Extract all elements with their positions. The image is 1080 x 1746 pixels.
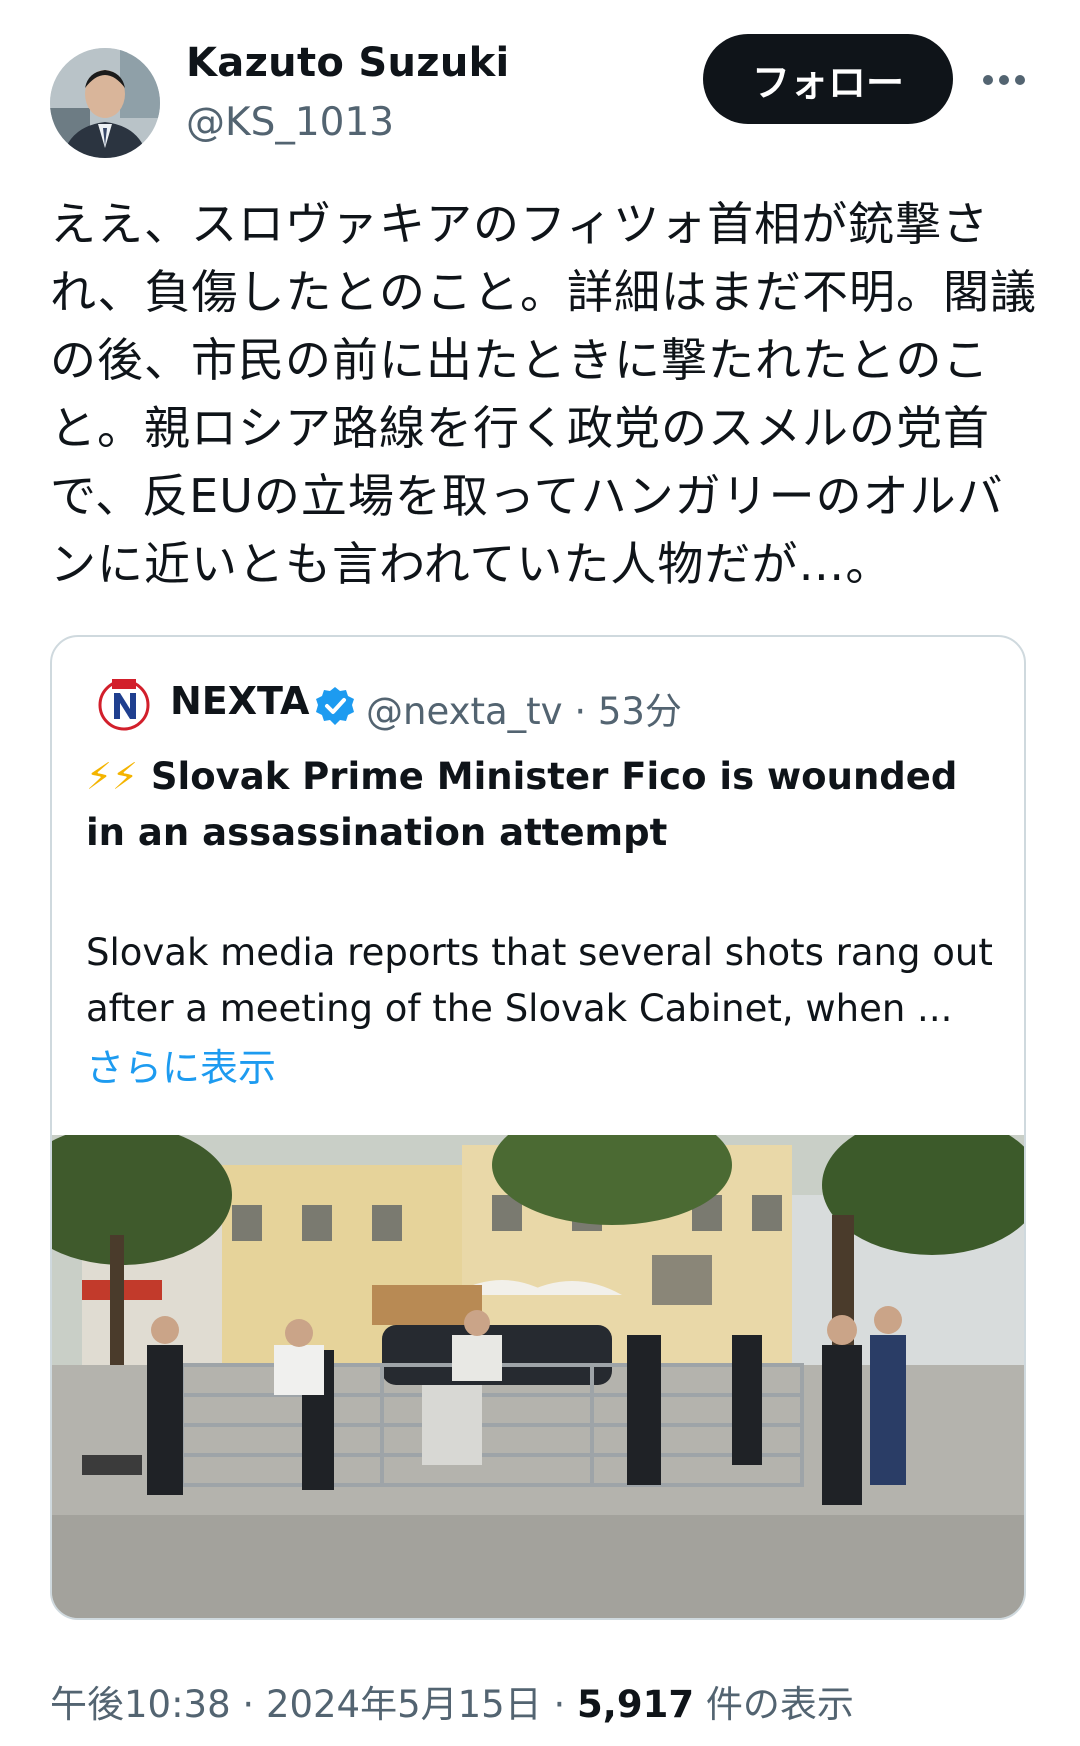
separator: ·: [574, 690, 587, 733]
separator: ·: [242, 1683, 255, 1726]
avatar-image: [50, 48, 160, 158]
quoted-media-photo[interactable]: [52, 1105, 1024, 1618]
follow-button[interactable]: フォロー: [703, 34, 953, 124]
tweet-text: ええ、スロヴァキアのフィツォ首相が銃撃され、負傷したとのこと。詳細はまだ不明。閣…: [50, 197, 1037, 591]
separator: ·: [553, 1683, 566, 1726]
author-avatar[interactable]: [50, 48, 160, 158]
views-count: 5,917: [577, 1683, 695, 1726]
quoted-body: Slovak media reports that several shots …: [86, 931, 993, 1030]
quoted-tweet-card[interactable]: NEXTA @nexta_tv · 53分 ⚡⚡ Slovak Prime Mi…: [50, 635, 1026, 1620]
more-horizontal-icon[interactable]: [980, 56, 1028, 104]
quoted-title: ⚡⚡ Slovak Prime Minister Fico is wounded…: [86, 749, 996, 861]
views-label: 件の表示: [705, 1683, 854, 1726]
quoted-handle-line: @nexta_tv · 53分: [366, 681, 682, 735]
tweet-date[interactable]: 2024年5月15日: [266, 1683, 542, 1726]
author-name[interactable]: Kazuto Suzuki: [186, 40, 510, 86]
lightning-icon: ⚡⚡: [86, 755, 138, 798]
quoted-title-text: Slovak Prime Minister Fico is wounded in…: [86, 755, 958, 854]
tweet-meta: 午後10:38 · 2024年5月15日 · 5,917 件の表示: [50, 1674, 854, 1728]
quoted-time[interactable]: 53分: [598, 690, 682, 733]
show-more-link[interactable]: さらに表示: [86, 1037, 276, 1092]
nexta-logo-icon: [96, 675, 152, 731]
verified-badge-icon: [314, 685, 356, 727]
quoted-author-name[interactable]: NEXTA: [170, 679, 309, 723]
tweet-time[interactable]: 午後10:38: [50, 1683, 231, 1726]
quoted-handle[interactable]: @nexta_tv: [366, 690, 563, 733]
author-handle[interactable]: @KS_1013: [186, 100, 394, 145]
